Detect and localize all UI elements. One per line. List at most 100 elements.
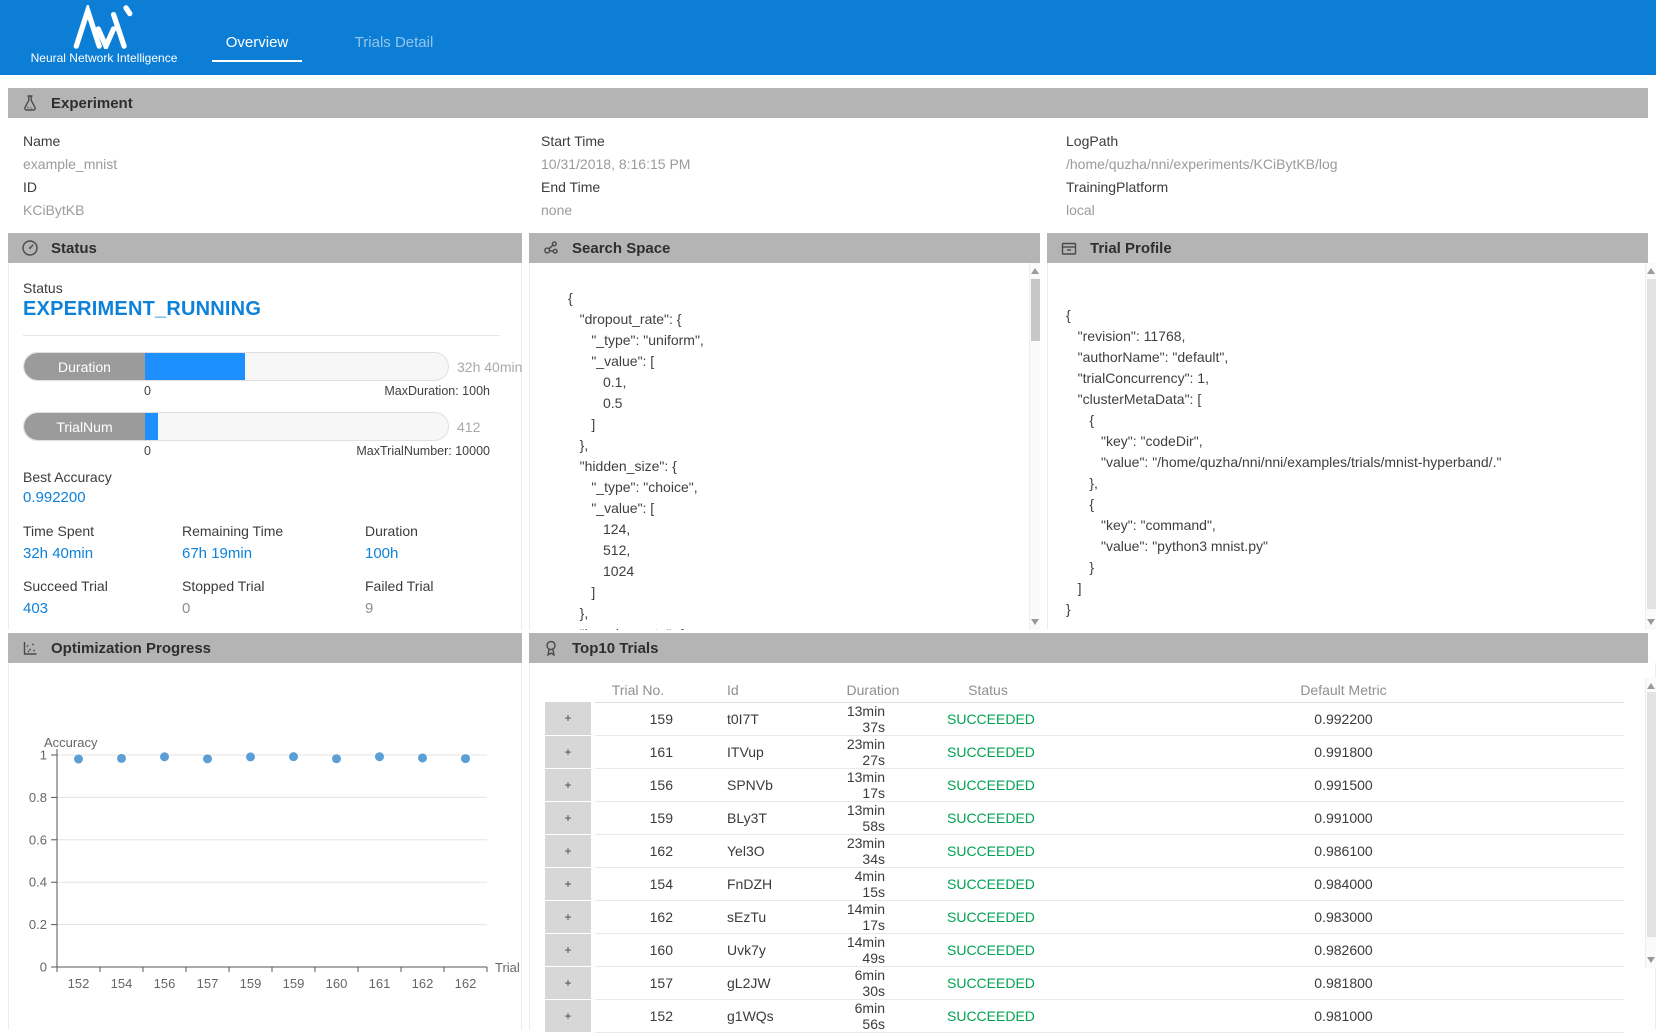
x-tick-label: 159 xyxy=(283,976,305,991)
scrollbar-thumb[interactable] xyxy=(1647,279,1656,609)
cell-status: SUCCEEDED xyxy=(913,999,1063,1032)
name-value: example_mnist xyxy=(23,156,117,179)
cell-status: SUCCEEDED xyxy=(913,801,1063,834)
expand-row-button[interactable]: + xyxy=(545,999,593,1032)
json-line: "value": "python3 mnist.py" xyxy=(1066,536,1645,557)
experiment-col-3: LogPath /home/quzha/nni/experiments/KCiB… xyxy=(1066,118,1338,225)
nni-logo-icon xyxy=(24,5,184,49)
scrollbar-thumb[interactable] xyxy=(1031,279,1040,341)
y-tick-label: 0 xyxy=(40,960,47,975)
cell-dur: 23min 27s xyxy=(833,735,913,768)
trial-row: +159BLy3T13min 58sSUCCEEDED0.991000 xyxy=(545,801,1624,834)
search-space-title: Search Space xyxy=(572,240,670,257)
trial-profile-header: Trial Profile xyxy=(1047,233,1648,263)
stat-label: Succeed Trial xyxy=(23,578,182,594)
trial-profile-panel: Trial Profile { "revision": 11768, "auth… xyxy=(1047,233,1656,630)
scroll-down-arrow-icon[interactable] xyxy=(1647,957,1655,963)
expand-row-button[interactable]: + xyxy=(545,867,593,900)
molecule-icon xyxy=(542,239,560,257)
cell-id: FnDZH xyxy=(683,867,833,900)
expand-row-button[interactable]: + xyxy=(545,966,593,999)
scroll-up-arrow-icon[interactable] xyxy=(1647,683,1655,689)
expand-row-button[interactable]: + xyxy=(545,900,593,933)
divider xyxy=(23,335,500,336)
trial-row: +156SPNVb13min 17sSUCCEEDED0.991500 xyxy=(545,768,1624,801)
trial-row: +162sEzTu14min 17sSUCCEEDED0.983000 xyxy=(545,900,1624,933)
cell-no: 159 xyxy=(593,801,683,834)
json-line: 124, xyxy=(568,519,1029,540)
stat-stopped-trial: Stopped Trial0 xyxy=(182,578,365,617)
cell-id: gL2JW xyxy=(683,966,833,999)
stat-label: Duration xyxy=(365,523,503,539)
cell-id: t0I7T xyxy=(683,702,833,735)
experiment-col-1: Name example_mnist ID KCiBytKB xyxy=(23,118,117,225)
tab-overview[interactable]: Overview xyxy=(212,34,302,62)
cell-dur: 13min 37s xyxy=(833,702,913,735)
json-line: "learning_rate": { xyxy=(568,624,1029,630)
expand-row-button[interactable]: + xyxy=(545,834,593,867)
expand-row-button[interactable]: + xyxy=(545,933,593,966)
gauge-icon xyxy=(21,239,39,257)
cell-status: SUCCEEDED xyxy=(913,966,1063,999)
cell-dur: 14min 17s xyxy=(833,900,913,933)
json-line: "_value": [ xyxy=(568,351,1029,372)
scrollbar-thumb[interactable] xyxy=(1647,692,1656,937)
scroll-down-arrow-icon[interactable] xyxy=(1647,619,1655,625)
trial-row: +160Uvk7y14min 49sSUCCEEDED0.982600 xyxy=(545,933,1624,966)
x-axis-label: Trial xyxy=(495,960,520,975)
best-accuracy-value: 0.992200 xyxy=(23,489,86,506)
nav-tabs: Overview Trials Detail xyxy=(212,34,439,62)
scroll-up-arrow-icon[interactable] xyxy=(1647,268,1655,274)
training-platform-value: local xyxy=(1066,202,1338,225)
bar-track: TrialNum xyxy=(23,412,449,441)
expand-row-button[interactable]: + xyxy=(545,768,593,801)
json-line: } xyxy=(1066,557,1645,578)
json-line: }, xyxy=(568,435,1029,456)
json-line: "key": "command", xyxy=(1066,515,1645,536)
json-line: { xyxy=(1066,410,1645,431)
bar-fill xyxy=(145,353,245,380)
x-tick-label: 156 xyxy=(154,976,176,991)
logpath-label: LogPath xyxy=(1066,133,1338,156)
json-line: "key": "codeDir", xyxy=(1066,431,1645,452)
cell-dur: 6min 56s xyxy=(833,999,913,1032)
expand-row-button[interactable]: + xyxy=(545,702,593,735)
scatter-point xyxy=(203,754,212,763)
scroll-up-arrow-icon[interactable] xyxy=(1031,268,1039,274)
search-space-scrollbar xyxy=(1029,263,1040,630)
scatter-point xyxy=(74,755,83,764)
scroll-down-arrow-icon[interactable] xyxy=(1031,619,1039,625)
json-line: 512, xyxy=(568,540,1029,561)
json-line: } xyxy=(1066,599,1645,620)
expand-row-button[interactable]: + xyxy=(545,735,593,768)
tab-trials-detail[interactable]: Trials Detail xyxy=(349,34,439,62)
x-tick-label: 154 xyxy=(111,976,133,991)
cell-no: 152 xyxy=(593,999,683,1032)
experiment-details: Name example_mnist ID KCiBytKB Start Tim… xyxy=(0,118,1656,233)
bar-min: 0 xyxy=(144,384,151,398)
top10-title: Top10 Trials xyxy=(572,640,658,657)
cell-no: 162 xyxy=(593,900,683,933)
nni-logo: Neural Network Intelligence xyxy=(24,5,184,65)
status-panel-header: Status xyxy=(8,233,522,263)
bar-max: MaxTrialNumber: 10000 xyxy=(356,444,490,458)
bar-label: TrialNum xyxy=(24,413,145,440)
expand-row-button[interactable]: + xyxy=(545,801,593,834)
training-platform-label: TrainingPlatform xyxy=(1066,179,1338,202)
cell-no: 162 xyxy=(593,834,683,867)
cell-status: SUCCEEDED xyxy=(913,735,1063,768)
cell-metric: 0.986100 xyxy=(1063,834,1624,867)
name-label: Name xyxy=(23,133,117,156)
cell-metric: 0.991500 xyxy=(1063,768,1624,801)
cell-status: SUCCEEDED xyxy=(913,702,1063,735)
header-id: Id xyxy=(683,678,833,702)
json-line: "dropout_rate": { xyxy=(568,309,1029,330)
cell-id: BLy3T xyxy=(683,801,833,834)
brand-name: Neural Network Intelligence xyxy=(24,51,184,65)
x-tick-label: 162 xyxy=(412,976,434,991)
cell-dur: 14min 49s xyxy=(833,933,913,966)
scatter-point xyxy=(160,752,169,761)
header-expander xyxy=(545,678,593,702)
bar-scale: 0MaxDuration: 100h xyxy=(144,384,490,398)
status-panel-title: Status xyxy=(51,240,97,257)
